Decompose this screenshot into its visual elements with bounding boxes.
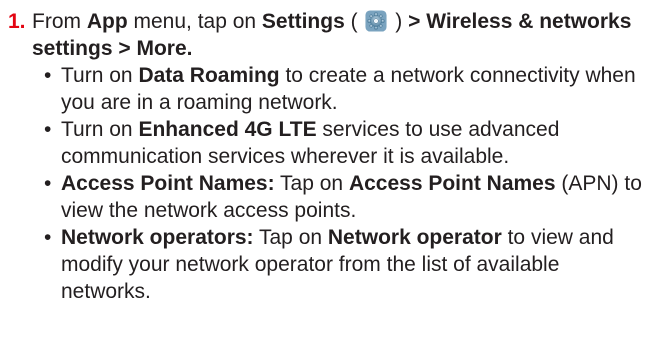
- bullet-pre: Turn on: [61, 118, 139, 141]
- gear-icon: [365, 10, 387, 32]
- bullet-bold: Data Roaming: [138, 64, 280, 87]
- paren-open: (: [344, 10, 364, 33]
- list-item: • Network operators: Tap on Network opera…: [44, 224, 651, 305]
- menu-tap-text: menu, tap on: [127, 10, 262, 33]
- bullet-dot: •: [44, 172, 52, 195]
- bullet-lead: Access Point Names:: [61, 172, 275, 195]
- step-1: 1. From App menu, tap on Settings () > …: [8, 8, 651, 305]
- bullet-pre: Turn on: [61, 64, 139, 87]
- bullet-bold: Access Point Names: [348, 172, 556, 195]
- step-instruction: From App menu, tap on Settings () > Wir…: [32, 8, 651, 62]
- bullet-dot: •: [44, 118, 52, 141]
- step-number: 1.: [8, 10, 26, 33]
- list-item: • Access Point Names: Tap on Access Point…: [44, 170, 651, 224]
- bullet-pre: Tap on: [274, 172, 349, 195]
- list-item: • Turn on Data Roaming to create a networ…: [44, 62, 651, 116]
- settings-label: Settings: [261, 10, 345, 33]
- paren-close: ): [389, 10, 403, 33]
- app-label: App: [86, 10, 128, 33]
- intro-prefix: From: [32, 10, 87, 33]
- list-item: • Turn on Enhanced 4G LTE services to use…: [44, 116, 651, 170]
- bullet-dot: •: [44, 64, 52, 87]
- bullet-lead: Network operators:: [61, 226, 254, 249]
- instruction-page: 1. From App menu, tap on Settings () > …: [0, 0, 657, 355]
- bullet-dot: •: [44, 226, 52, 249]
- bullet-pre: Tap on: [253, 226, 328, 249]
- bullet-list: • Turn on Data Roaming to create a networ…: [32, 62, 651, 305]
- bullet-bold: Network operator: [327, 226, 502, 249]
- step-body: From App menu, tap on Settings () > Wir…: [32, 8, 651, 305]
- bullet-bold: Enhanced 4G LTE: [138, 118, 317, 141]
